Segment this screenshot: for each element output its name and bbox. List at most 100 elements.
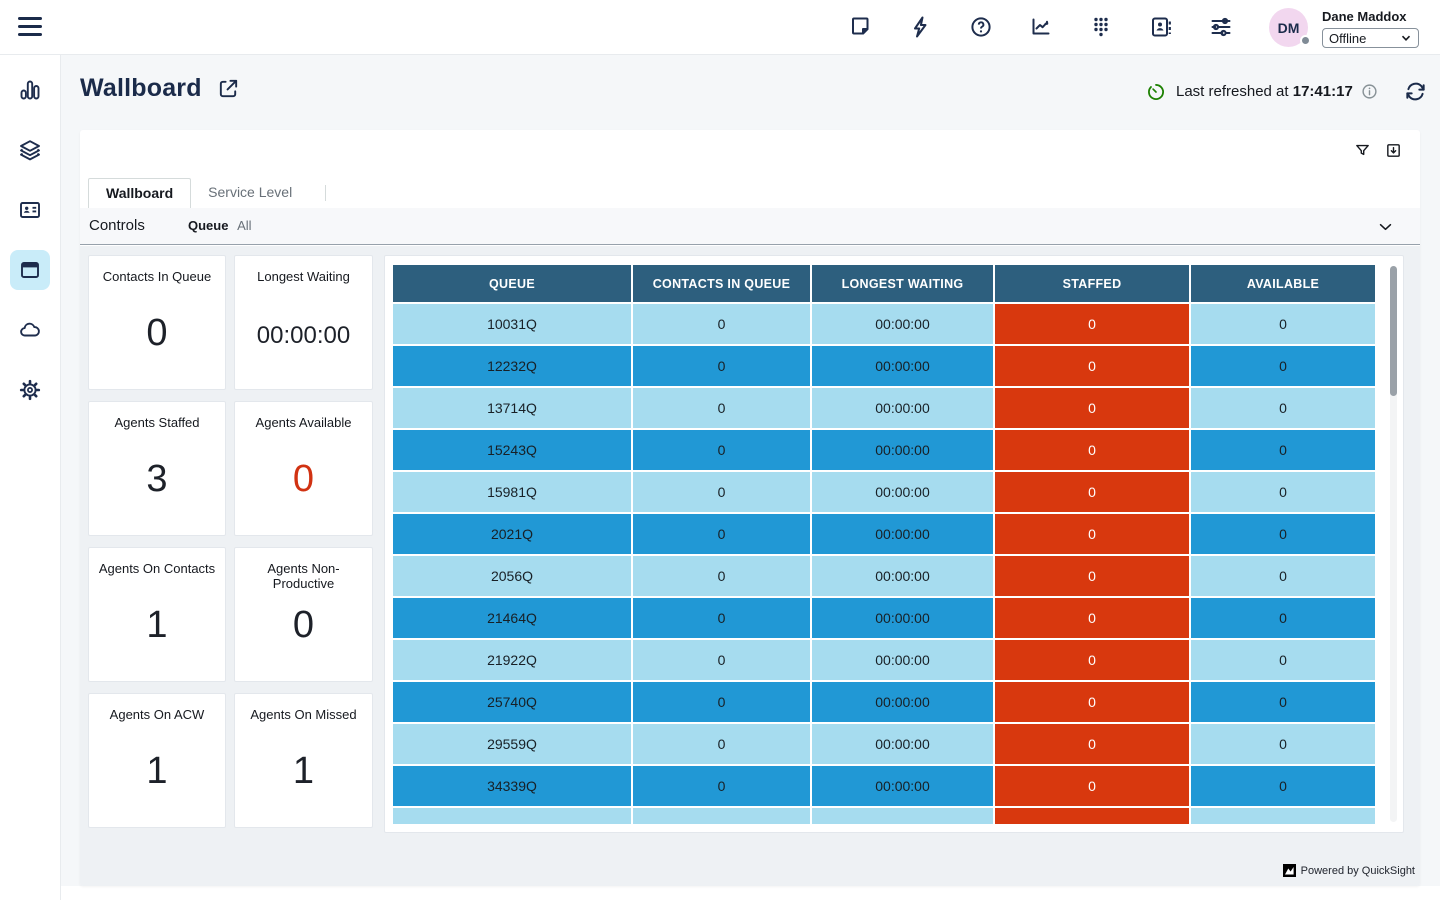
table-cell: 0: [995, 724, 1189, 764]
table-cell: 0: [633, 724, 810, 764]
external-link-icon[interactable]: [217, 77, 240, 100]
table-scrollbar-thumb[interactable]: [1390, 266, 1397, 396]
table-cell: 0: [1191, 430, 1375, 470]
refresh-timer-icon: [1146, 82, 1166, 102]
tab-separator: [325, 185, 326, 201]
table-cell: 00:00:00: [812, 346, 993, 386]
table-cell-partial: [633, 808, 810, 824]
queue-table: QUEUECONTACTS IN QUEUELONGEST WAITINGSTA…: [393, 265, 1369, 824]
kpi-card: Agents Available0: [234, 401, 373, 536]
table-cell: 0: [995, 766, 1189, 806]
controls-collapse-chevron-icon[interactable]: [1377, 218, 1394, 235]
queue-filter-label: Queue: [188, 218, 228, 233]
table-cell: 0: [1191, 598, 1375, 638]
kpi-label: Agents Non-Productive: [235, 561, 372, 591]
table-cell: 0: [1191, 640, 1375, 680]
sidebar-item-settings[interactable]: [10, 370, 50, 410]
dashboard-panel: Wallboard Service Level Controls Queue A…: [80, 130, 1420, 886]
queue-filter-value: All: [237, 218, 251, 233]
line-chart-icon[interactable]: [1029, 15, 1053, 39]
kpi-value: 0: [235, 458, 372, 501]
table-cell: 0: [1191, 766, 1375, 806]
table-cell: 0: [995, 682, 1189, 722]
column-header[interactable]: STAFFED: [995, 265, 1189, 302]
table-cell: 0: [1191, 472, 1375, 512]
table-cell-partial: [995, 808, 1189, 824]
queue-name-cell: 15981Q: [393, 472, 631, 512]
avatar-initials: DM: [1278, 20, 1300, 36]
queue-name-cell: 2056Q: [393, 556, 631, 596]
table-cell: 00:00:00: [812, 430, 993, 470]
queue-name-cell: 13714Q: [393, 388, 631, 428]
status-select[interactable]: Offline: [1322, 28, 1419, 48]
column-header[interactable]: LONGEST WAITING: [812, 265, 993, 302]
queue-filter[interactable]: Queue All: [188, 218, 252, 233]
note-icon[interactable]: [849, 15, 873, 39]
contacts-icon[interactable]: [1149, 15, 1173, 39]
top-icon-row: [849, 15, 1233, 39]
sidebar-item-metrics[interactable]: [10, 70, 50, 110]
table-cell: 0: [995, 430, 1189, 470]
kpi-value: 00:00:00: [235, 322, 372, 350]
kpi-card: Agents On Contacts1: [88, 547, 226, 682]
tab-bar: Wallboard Service Level: [88, 177, 326, 208]
table-cell: 00:00:00: [812, 304, 993, 344]
sidebar-item-wallboard[interactable]: [10, 250, 50, 290]
kpi-card: Agents On ACW1: [88, 693, 226, 828]
table-cell: 0: [995, 472, 1189, 512]
sidebar-item-flows[interactable]: [10, 130, 50, 170]
help-icon[interactable]: [969, 15, 993, 39]
table-cell: 0: [633, 346, 810, 386]
table-cell: 00:00:00: [812, 598, 993, 638]
kpi-card: Agents Non-Productive 0: [234, 547, 373, 682]
sidebar: [0, 55, 61, 900]
kpi-label: Agents On Missed: [235, 707, 372, 722]
table-cell: 00:00:00: [812, 640, 993, 680]
column-header[interactable]: QUEUE: [393, 265, 631, 302]
export-icon[interactable]: [1385, 142, 1402, 159]
queue-name-cell: 2021Q: [393, 514, 631, 554]
filter-icon[interactable]: [1354, 142, 1371, 159]
status-dot: [1300, 35, 1311, 46]
table-cell: 0: [1191, 304, 1375, 344]
table-cell: 0: [633, 766, 810, 806]
kpi-value: 0: [235, 604, 372, 647]
sliders-icon[interactable]: [1209, 15, 1233, 39]
column-header[interactable]: AVAILABLE: [1191, 265, 1375, 302]
hamburger-menu-icon[interactable]: [18, 17, 42, 38]
last-refreshed-text: Last refreshed at 17:41:17: [1176, 83, 1353, 100]
queue-name-cell: 21922Q: [393, 640, 631, 680]
table-cell: 0: [633, 304, 810, 344]
table-cell: 0: [995, 640, 1189, 680]
avatar[interactable]: DM: [1269, 8, 1308, 47]
info-icon[interactable]: [1361, 83, 1378, 100]
gear-icon: [18, 378, 42, 402]
refresh-icon[interactable]: [1404, 80, 1427, 103]
controls-bar: Controls Queue All: [80, 208, 1420, 245]
table-cell: 0: [1191, 388, 1375, 428]
tab-wallboard[interactable]: Wallboard: [88, 178, 191, 208]
dialpad-icon[interactable]: [1089, 15, 1113, 39]
tab-service-level[interactable]: Service Level: [191, 178, 309, 208]
table-cell: 0: [633, 682, 810, 722]
kpi-label: Contacts In Queue: [89, 269, 225, 284]
kpi-card: Agents On Missed1: [234, 693, 373, 828]
layers-icon: [18, 138, 42, 162]
table-cell: 0: [995, 598, 1189, 638]
lightning-icon[interactable]: [909, 15, 933, 39]
column-header[interactable]: CONTACTS IN QUEUE: [633, 265, 810, 302]
table-cell: 0: [633, 514, 810, 554]
sidebar-item-cloud[interactable]: [10, 310, 50, 350]
chevron-down-icon: [1400, 32, 1412, 44]
contact-card-icon: [18, 198, 42, 222]
table-cell: 0: [633, 388, 810, 428]
page-title: Wallboard: [80, 74, 202, 103]
status-select-value: Offline: [1329, 31, 1366, 46]
kpi-value: 3: [89, 458, 225, 501]
page-header: Wallboard: [80, 74, 240, 103]
table-cell: 0: [995, 388, 1189, 428]
sidebar-item-contacts[interactable]: [10, 190, 50, 230]
kpi-value: 1: [89, 750, 225, 793]
powered-by-text: Powered by QuickSight: [1301, 865, 1415, 877]
table-cell: 0: [995, 346, 1189, 386]
